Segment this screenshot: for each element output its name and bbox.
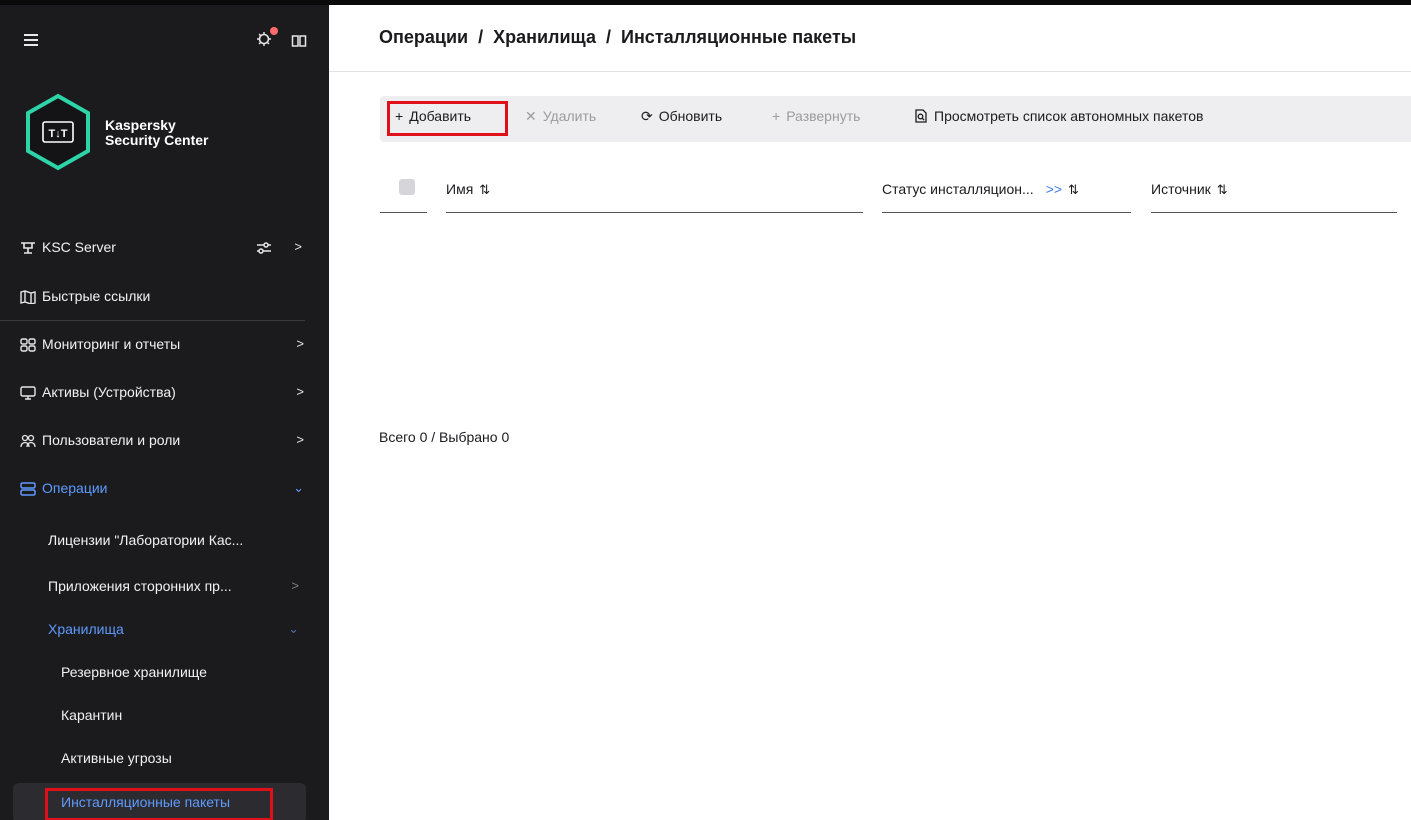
sidebar-subitem-label: Инсталляционные пакеты <box>61 794 231 810</box>
users-icon <box>20 434 36 448</box>
notification-dot <box>270 27 278 35</box>
column-label: Источник <box>1151 181 1211 197</box>
add-button[interactable]: + Добавить <box>395 108 471 124</box>
breadcrumb-separator: / <box>478 27 484 47</box>
app-logo: T↓T Kaspersky Security Center <box>24 93 254 173</box>
column-header-name[interactable]: Имя ⇅ <box>446 181 490 198</box>
toolbar: + Добавить ✕ Удалить ⟳ Обновить + Развернуть… <box>380 96 1411 142</box>
sidebar-item-label: Активы (Устройства) <box>42 384 176 400</box>
document-search-icon <box>915 109 927 123</box>
sidebar-subitem-quarantine[interactable]: Карантин <box>0 696 329 736</box>
refresh-icon: ⟳ <box>641 108 653 124</box>
monitor-icon <box>20 386 36 400</box>
sidebar-subitem-label: Карантин <box>61 707 123 723</box>
plus-icon: + <box>772 108 781 124</box>
column-underline <box>882 212 1131 213</box>
view-offline-packages-button[interactable]: Просмотреть список автономных пакетов <box>914 108 1203 124</box>
sidebar-subitem-backup[interactable]: Резервное хранилище <box>0 653 329 693</box>
settings-sliders-icon[interactable] <box>256 241 272 255</box>
svg-text:T↓T: T↓T <box>49 128 68 140</box>
sidebar-item-operations[interactable]: Операции ⌄ <box>0 467 329 511</box>
sidebar-item-label: Мониторинг и отчеты <box>42 336 181 352</box>
refresh-button-label: Обновить <box>658 108 723 124</box>
map-icon <box>20 290 36 304</box>
app-name: Kaspersky Security Center <box>105 118 208 148</box>
chevron-right-icon: > <box>296 336 304 351</box>
header-divider <box>329 71 1411 72</box>
sidebar-item-users[interactable]: Пользователи и роли > <box>0 419 329 463</box>
kaspersky-hex-icon: T↓T <box>26 93 90 171</box>
notifications-icon[interactable] <box>256 27 278 49</box>
sort-icon[interactable]: ⇅ <box>1217 182 1228 197</box>
sidebar-subitem-label: Резервное хранилище <box>61 664 207 680</box>
sidebar-item-label: KSC Server <box>42 239 116 255</box>
column-header-source[interactable]: Источник ⇅ <box>1151 181 1228 198</box>
book-icon[interactable] <box>291 33 307 49</box>
column-label: Статус инсталляцион... <box>882 181 1034 197</box>
sidebar-item-label: Быстрые ссылки <box>42 288 151 304</box>
sidebar-item-label: Операции <box>42 480 108 496</box>
column-underline <box>1151 212 1397 213</box>
breadcrumb: Операции / Хранилища / Инсталляционные пакет… <box>379 27 856 48</box>
storage-icon <box>20 482 36 496</box>
add-button-label: Добавить <box>409 108 472 124</box>
sidebar-item-assets[interactable]: Активы (Устройства) > <box>0 371 329 415</box>
sidebar-subitem-storage[interactable]: Хранилища ⌄ <box>0 610 329 650</box>
deploy-button-label: Развернуть <box>786 108 861 124</box>
server-icon <box>21 242 35 254</box>
chevron-right-icon: > <box>291 578 299 593</box>
sidebar-subitem-label: Активные угрозы <box>61 750 172 766</box>
sidebar-subitem-licenses[interactable]: Лицензии "Лаборатории Кас... <box>0 521 329 561</box>
select-all-checkbox[interactable] <box>399 179 415 195</box>
delete-button-label: Удалить <box>542 108 597 124</box>
breadcrumb-install-packages: Инсталляционные пакеты <box>621 27 857 47</box>
view-offline-packages-label: Просмотреть список автономных пакетов <box>934 108 1204 124</box>
sort-icon[interactable]: ⇅ <box>1068 182 1079 197</box>
column-label: Имя <box>446 181 474 197</box>
column-underline <box>446 212 863 213</box>
expand-columns-icon[interactable]: >> <box>1046 181 1062 197</box>
close-icon: ✕ <box>525 108 537 124</box>
deploy-button[interactable]: + Развернуть <box>772 108 860 124</box>
app-name-line2: Security Center <box>105 132 209 148</box>
sidebar-item-ksc-server[interactable]: KSC Server > <box>0 226 329 270</box>
sidebar-item-label: Пользователи и роли <box>42 432 181 448</box>
sidebar-item-quick-links[interactable]: Быстрые ссылки <box>0 275 329 319</box>
chevron-right-icon: > <box>294 239 302 254</box>
menu-icon[interactable] <box>24 34 38 46</box>
column-header-status[interactable]: Статус инсталляцион... >> ⇅ <box>882 181 1079 198</box>
sidebar-item-monitoring[interactable]: Мониторинг и отчеты > <box>0 323 329 367</box>
chevron-down-icon: ⌄ <box>293 480 304 495</box>
refresh-button[interactable]: ⟳ Обновить <box>641 108 722 125</box>
chevron-right-icon: > <box>296 432 304 447</box>
sidebar-subitem-threats[interactable]: Активные угрозы <box>0 739 329 779</box>
sidebar-topbar <box>0 10 329 76</box>
column-underline <box>380 212 427 213</box>
sidebar-subitem-label: Лицензии "Лаборатории Кас... <box>48 532 244 548</box>
sort-icon[interactable]: ⇅ <box>479 182 490 197</box>
sidebar-subitem-third-party[interactable]: Приложения сторонних пр... > <box>0 567 329 607</box>
sidebar: T↓T Kaspersky Security Center KSC Server… <box>0 0 329 820</box>
sidebar-divider <box>0 320 305 321</box>
chevron-right-icon: > <box>296 384 304 399</box>
app-name-line1: Kaspersky <box>105 117 176 133</box>
sidebar-subitem-label: Хранилища <box>48 621 124 637</box>
delete-button[interactable]: ✕ Удалить <box>525 108 596 125</box>
dashboard-icon <box>20 338 36 352</box>
sidebar-subitem-install-packages[interactable]: Инсталляционные пакеты <box>0 783 329 820</box>
chevron-down-icon: ⌄ <box>288 621 299 636</box>
breadcrumb-separator: / <box>605 27 611 47</box>
main-content: Операции / Хранилища / Инсталляционные пакет… <box>329 0 1411 820</box>
plus-icon: + <box>395 108 404 124</box>
sidebar-subitem-label: Приложения сторонних пр... <box>48 578 232 594</box>
breadcrumb-operations[interactable]: Операции <box>379 27 468 48</box>
breadcrumb-storage[interactable]: Хранилища <box>493 27 596 48</box>
selection-count: Всего 0 / Выбрано 0 <box>379 429 510 445</box>
